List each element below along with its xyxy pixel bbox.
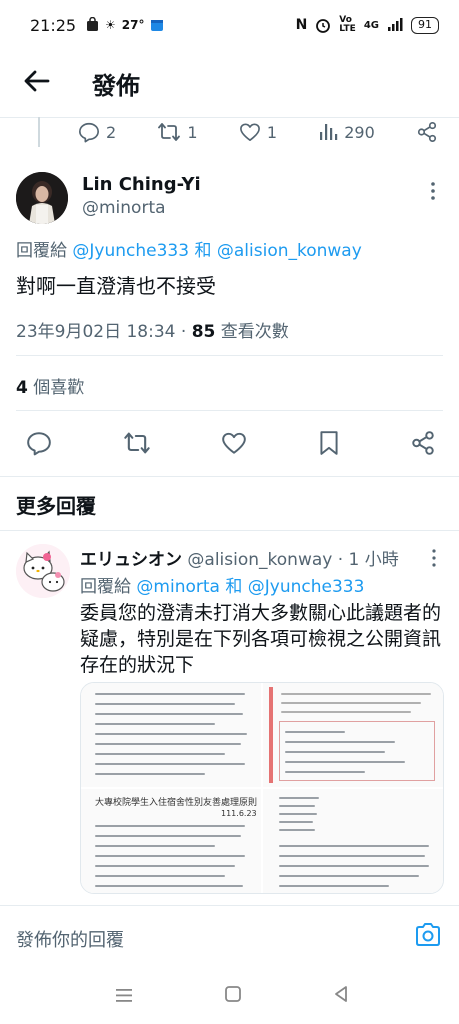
reply-prefix: 回覆給	[16, 241, 67, 261]
camera-icon[interactable]	[414, 921, 442, 949]
likes-label: 個喜歡	[33, 378, 85, 398]
battery-indicator: 91	[411, 16, 439, 34]
divider	[0, 530, 459, 531]
views-label: 查看次數	[220, 322, 289, 342]
attached-media-grid[interactable]: 大專校院學生入住宿舍性別友善處理原則 111.6.23	[80, 682, 444, 894]
divider	[16, 355, 443, 356]
reply-text: 委員您的澄清未打消大多數關心此議題者的疑慮，特別是在下列各項可檢視之公開資訊存在…	[80, 602, 442, 676]
reply-author-handle[interactable]: @alision_konway	[187, 550, 332, 570]
hello-kitty-avatar	[16, 544, 70, 598]
share-icon	[417, 122, 437, 142]
calendar-icon	[151, 19, 164, 31]
main-tweet-actions	[26, 425, 436, 461]
reply-user-link[interactable]: @minorta	[136, 577, 220, 597]
divider	[0, 476, 459, 477]
author-handle[interactable]: @minorta	[82, 198, 166, 218]
prev-views-button[interactable]: 290	[318, 122, 375, 142]
shopping-bag-icon	[87, 17, 98, 31]
alarm-icon	[316, 19, 331, 33]
tweet-text: 對啊一直澄清也不接受	[16, 274, 216, 298]
thread-line	[38, 117, 40, 147]
status-time: 21:25	[30, 16, 77, 35]
reply-user-link[interactable]: @alision_konway	[217, 241, 362, 261]
reply-avatar[interactable]	[16, 544, 70, 598]
prev-like-button[interactable]: 1	[239, 122, 277, 142]
prev-retweet-count: 1	[187, 122, 198, 142]
status-left-icons: ☀ 27°	[86, 17, 164, 32]
reply-and: 和	[194, 241, 212, 261]
page-title: 發佈	[92, 72, 140, 100]
avatar[interactable]	[16, 172, 68, 224]
prev-reply-button[interactable]: 2	[78, 121, 116, 143]
retweet-icon[interactable]	[123, 430, 151, 456]
more-options-icon[interactable]	[426, 180, 440, 202]
prev-views-count: 290	[344, 122, 375, 142]
reply-prefix: 回覆給	[80, 577, 131, 597]
tweet-timestamp[interactable]: 23年9月02日 18:34	[16, 322, 175, 342]
media-image-2[interactable]	[263, 683, 443, 787]
reply-and: 和	[225, 577, 243, 597]
media-doc-date: 111.6.23	[221, 809, 257, 818]
prev-like-count: 1	[266, 122, 277, 142]
reply-author-name[interactable]: エリュシオン	[80, 550, 182, 570]
heart-icon[interactable]	[221, 431, 247, 455]
reply-compose-input[interactable]: 發佈你的回覆	[16, 926, 124, 952]
retweet-icon	[158, 123, 181, 141]
network-type: 4G	[363, 19, 379, 31]
prev-retweet-button[interactable]: 1	[157, 121, 198, 143]
tweet-meta: 23年9月02日 18:34 · 85 查看次數	[16, 322, 289, 342]
weather-icon: ☀	[105, 17, 116, 32]
views-icon	[320, 124, 338, 140]
back-arrow-icon[interactable]	[20, 64, 54, 98]
prev-share-button[interactable]	[416, 121, 438, 143]
media-image-3[interactable]: 大專校院學生入住宿舍性別友善處理原則 111.6.23	[81, 789, 261, 893]
status-right-icons: N Vo LTE 4G 91	[296, 16, 439, 34]
reply-icon[interactable]	[26, 430, 52, 456]
compose-divider	[0, 905, 459, 906]
recent-apps-icon[interactable]	[114, 986, 134, 1004]
media-doc-title: 大專校院學生入住宿舍性別友善處理原則	[95, 798, 258, 808]
likes-count: 4	[16, 378, 28, 398]
status-bar: 21:25 ☀ 27° N Vo LTE 4G 91	[0, 0, 459, 50]
divider	[16, 410, 443, 411]
reply-time: · 1 小時	[337, 550, 399, 570]
reply-user-link[interactable]: @Jyunche333	[72, 241, 189, 261]
views-count: 85	[191, 322, 216, 342]
signal-icon	[388, 18, 403, 31]
back-triangle-icon[interactable]	[332, 985, 350, 1003]
home-icon[interactable]	[224, 985, 242, 1003]
heart-icon	[239, 123, 260, 141]
reply-to-line: 回覆給 @minorta 和 @Jyunche333	[80, 572, 364, 597]
profile-photo	[16, 172, 68, 224]
share-icon[interactable]	[410, 430, 436, 456]
media-image-1[interactable]	[81, 683, 261, 787]
prev-reply-count: 2	[106, 122, 117, 142]
status-temp: 27°	[121, 17, 145, 32]
reply-user-link[interactable]: @Jyunche333	[248, 577, 365, 597]
bookmark-icon[interactable]	[318, 430, 340, 456]
more-options-icon[interactable]	[428, 548, 440, 568]
reply-to-line: 回覆給 @Jyunche333 和 @alision_konway	[16, 236, 362, 261]
prev-tweet-actions: 2 1 1 290	[78, 118, 438, 146]
likes-summary[interactable]: 4 個喜歡	[16, 373, 84, 398]
more-replies-heading: 更多回覆	[16, 494, 96, 518]
nfc-icon: N	[295, 17, 308, 33]
author-name[interactable]: Lin Ching-Yi	[82, 174, 201, 195]
media-image-4[interactable]	[263, 789, 443, 893]
reply-icon	[79, 122, 99, 143]
reply-header: エリュシオン @alision_konway · 1 小時	[80, 545, 399, 570]
volte-icon: Vo LTE	[339, 15, 356, 34]
